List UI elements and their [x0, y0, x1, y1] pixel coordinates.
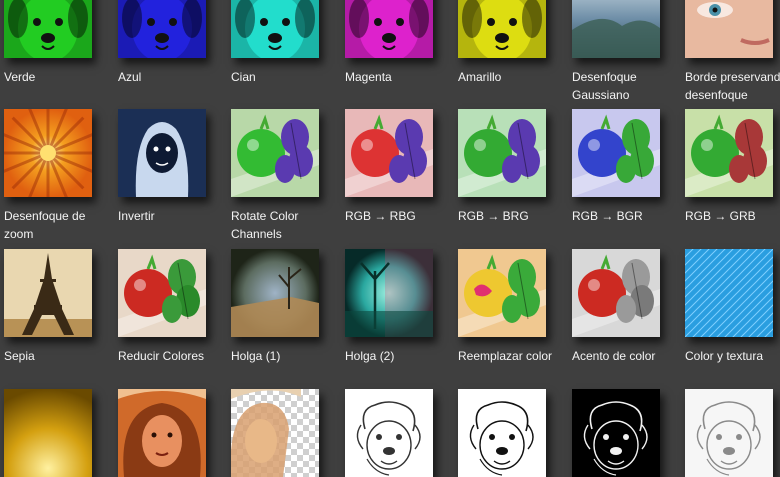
blurred-landscape-icon[interactable] — [572, 0, 660, 58]
effect-tile[interactable]: RGB → RBG — [345, 109, 455, 225]
dog-sketch-light-icon[interactable] — [685, 389, 773, 477]
effect-tile[interactable]: Magenta — [345, 0, 455, 86]
portrait-transparent-icon[interactable] — [231, 389, 319, 477]
effect-label[interactable]: Acento de color — [572, 347, 676, 365]
effect-label[interactable]: Reemplazar color — [458, 347, 562, 365]
effect-label[interactable]: Rotate Color Channels — [231, 207, 335, 243]
effect-label[interactable]: Borde preservando desenfoque — [685, 68, 780, 104]
effect-tile[interactable]: Desenfoque de zoom — [4, 109, 114, 243]
effect-tile[interactable]: Azul — [118, 0, 228, 86]
tomato-accent-icon[interactable] — [572, 249, 660, 337]
effect-tile[interactable]: Color y textura — [685, 249, 780, 365]
effect-label[interactable]: RGB → BGR — [572, 207, 676, 225]
effect-tile[interactable] — [345, 389, 455, 477]
effect-label[interactable]: Holga (1) — [231, 347, 335, 365]
dog-cyan-icon[interactable] — [231, 0, 319, 58]
dog-sketch-dark-icon[interactable] — [458, 389, 546, 477]
face-closeup-icon[interactable] — [685, 0, 773, 58]
effect-tile[interactable]: Reducir Colores — [118, 249, 228, 365]
tomato-rbg-icon[interactable] — [345, 109, 433, 197]
effect-label[interactable]: RGB → BRG — [458, 207, 562, 225]
effect-label[interactable]: Sepia — [4, 347, 108, 365]
effect-label[interactable]: Azul — [118, 68, 222, 86]
dog-sketch-icon[interactable] — [345, 389, 433, 477]
effect-tile[interactable]: Cian — [231, 0, 341, 86]
inverted-portrait-icon[interactable] — [118, 109, 206, 197]
effect-label[interactable]: Verde — [4, 68, 108, 86]
effect-tile[interactable]: RGB → GRB — [685, 109, 780, 225]
dog-blue-icon[interactable] — [118, 0, 206, 58]
tomato-rotate-icon[interactable] — [231, 109, 319, 197]
effect-label[interactable]: Desenfoque de zoom — [4, 207, 108, 243]
eiffel-tower-icon[interactable] — [4, 249, 92, 337]
tomato-bgr-icon[interactable] — [572, 109, 660, 197]
effect-label[interactable]: Holga (2) — [345, 347, 449, 365]
blue-texture-icon[interactable] — [685, 249, 773, 337]
effect-label[interactable]: RGB → GRB — [685, 207, 780, 225]
effect-tile[interactable]: RGB → BRG — [458, 109, 568, 225]
dog-green-icon[interactable] — [4, 0, 92, 58]
tomato-replaced-icon[interactable] — [458, 249, 546, 337]
effect-tile[interactable]: Sepia — [4, 249, 114, 365]
effect-tile[interactable]: Verde — [4, 0, 114, 86]
effect-tile[interactable]: Desenfoque Gaussiano — [572, 0, 682, 104]
dog-edges-icon[interactable] — [572, 389, 660, 477]
effect-label[interactable]: Desenfoque Gaussiano — [572, 68, 676, 104]
tomato-brg-icon[interactable] — [458, 109, 546, 197]
effect-tile[interactable]: Holga (1) — [231, 249, 341, 365]
effect-label[interactable]: Amarillo — [458, 68, 562, 86]
tomato-grb-icon[interactable] — [685, 109, 773, 197]
effect-tile[interactable]: Rotate Color Channels — [231, 109, 341, 243]
effect-label[interactable]: Reducir Colores — [118, 347, 222, 365]
effect-tile[interactable] — [458, 389, 568, 477]
holga-landscape-icon[interactable] — [231, 249, 319, 337]
zoom-blur-flower-icon[interactable] — [4, 109, 92, 197]
effect-tile[interactable]: Reemplazar color — [458, 249, 568, 365]
effect-label[interactable]: Magenta — [345, 68, 449, 86]
gold-gradient-icon[interactable] — [4, 389, 92, 477]
holga-teal-icon[interactable] — [345, 249, 433, 337]
dog-yellow-icon[interactable] — [458, 0, 546, 58]
effect-label[interactable]: Cian — [231, 68, 335, 86]
effect-tile[interactable]: RGB → BGR — [572, 109, 682, 225]
effect-tile[interactable]: Borde preservando desenfoque — [685, 0, 780, 104]
portrait-orange-icon[interactable] — [118, 389, 206, 477]
effect-tile[interactable] — [118, 389, 228, 477]
effect-tile[interactable] — [231, 389, 341, 477]
effect-label[interactable]: RGB → RBG — [345, 207, 449, 225]
effect-tile[interactable]: Invertir — [118, 109, 228, 225]
effect-label[interactable]: Color y textura — [685, 347, 780, 365]
tomato-reduced-icon[interactable] — [118, 249, 206, 337]
effect-tile[interactable] — [685, 389, 780, 477]
effect-tile[interactable] — [572, 389, 682, 477]
effect-tile[interactable]: Holga (2) — [345, 249, 455, 365]
effect-tile[interactable] — [4, 389, 114, 477]
effect-label[interactable]: Invertir — [118, 207, 222, 225]
dog-magenta-icon[interactable] — [345, 0, 433, 58]
effect-tile[interactable]: Amarillo — [458, 0, 568, 86]
effect-tile[interactable]: Acento de color — [572, 249, 682, 365]
